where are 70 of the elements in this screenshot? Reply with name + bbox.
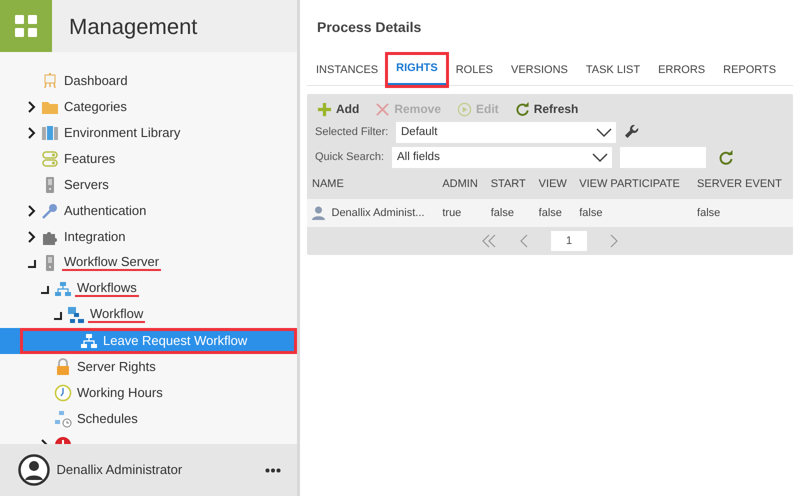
column-header[interactable]: VIEW PARTICIPATE <box>574 170 692 198</box>
table-cell-text: Denallix Administ... <box>332 206 424 220</box>
lock-icon <box>54 358 72 376</box>
toolbar-button[interactable]: Refresh <box>514 100 578 118</box>
column-header[interactable]: SERVER EVENT <box>692 170 793 198</box>
schedule-icon <box>54 410 72 428</box>
key-icon <box>41 202 59 220</box>
play-icon <box>457 102 472 116</box>
expand-icon[interactable] <box>26 205 38 217</box>
plus-icon <box>317 102 332 116</box>
hierarchy-icon <box>67 306 85 324</box>
refresh-icon <box>514 102 530 116</box>
toggles-icon <box>41 150 59 168</box>
tab[interactable]: ERRORS <box>649 54 714 86</box>
tree-item[interactable]: Server Rights <box>0 354 297 380</box>
chevron-down-icon <box>596 128 612 138</box>
filter-label: Selected Filter: <box>315 125 390 140</box>
expand-icon[interactable] <box>26 231 38 243</box>
collapse-icon[interactable] <box>52 309 64 321</box>
column-header[interactable]: NAME <box>307 170 438 198</box>
hierarchy-icon <box>80 332 98 350</box>
expand-icon[interactable] <box>26 127 38 139</box>
tree-item[interactable]: Categories <box>0 94 297 120</box>
table-cell: true <box>437 198 486 227</box>
tab[interactable]: TASK LIST <box>576 54 650 86</box>
column-header[interactable]: VIEW <box>534 170 574 198</box>
expand-icon[interactable] <box>26 101 38 113</box>
tree-item[interactable]: Workflow Server <box>0 250 297 276</box>
column-header[interactable]: START <box>486 170 534 198</box>
books-icon <box>41 124 59 142</box>
tab[interactable]: VERSIONS <box>502 54 577 86</box>
cross-icon <box>375 102 390 116</box>
table-cell: false <box>486 198 534 227</box>
search-field[interactable] <box>620 147 706 168</box>
collapse-icon[interactable] <box>39 283 51 295</box>
tree-item[interactable]: Environment Library <box>0 120 297 146</box>
more-icon[interactable] <box>265 468 281 472</box>
toolbar-button[interactable]: Add <box>317 100 360 118</box>
quick-search-label: Quick Search: <box>315 150 386 166</box>
tab[interactable]: INSTANCES <box>307 54 388 86</box>
tab[interactable]: REPORTS <box>714 54 786 86</box>
table-cell: false <box>574 198 692 227</box>
avatar-icon <box>18 454 50 486</box>
tree-item[interactable]: Schedules <box>0 406 297 432</box>
tab[interactable]: ROLES <box>446 54 502 86</box>
page-number[interactable]: 1 <box>551 231 587 251</box>
hierarchy-icon <box>54 280 72 298</box>
collapse-icon[interactable] <box>26 257 38 269</box>
clock-icon <box>54 384 72 402</box>
tree-item[interactable]: Servers <box>0 172 297 198</box>
chevron-down-icon <box>592 152 608 162</box>
tree-item[interactable]: Features <box>0 146 297 172</box>
tab[interactable]: RIGHTS <box>387 54 447 86</box>
table-cell: false <box>534 198 574 227</box>
user-icon <box>312 206 325 220</box>
tree-item[interactable]: Integration <box>0 224 297 250</box>
page-title: Process Details <box>317 18 422 37</box>
tree-item[interactable]: Dashboard <box>0 68 297 94</box>
quick-search-dropdown[interactable]: All fields <box>392 147 612 168</box>
column-header[interactable]: ADMIN <box>437 170 486 198</box>
user-name: Denallix Administrator <box>56 461 184 480</box>
table-cell: false <box>692 198 793 227</box>
tree-item[interactable]: Workflow <box>0 302 297 328</box>
filter-dropdown[interactable]: Default <box>396 122 616 143</box>
tree-item[interactable]: Authentication <box>0 198 297 224</box>
tree-item[interactable]: Working Hours <box>0 380 297 406</box>
refresh-icon[interactable] <box>718 150 734 166</box>
sidebar-title: Management <box>69 12 198 41</box>
wrench-icon[interactable] <box>624 124 640 140</box>
tree-item[interactable]: Workflows <box>0 276 297 302</box>
